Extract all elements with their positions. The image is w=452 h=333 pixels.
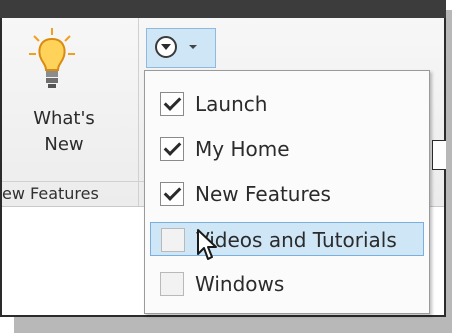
checkbox-icon[interactable] — [160, 182, 184, 206]
menu-item-label: Launch — [195, 92, 268, 116]
menu-item-label: Videos and Tutorials — [196, 228, 397, 252]
lightbulb-icon — [29, 28, 75, 88]
ribbon-group-label-text: ew Features — [2, 184, 99, 203]
menu-item-videos-and-tutorials[interactable]: Videos and Tutorials — [150, 222, 424, 256]
menu-item-label: New Features — [195, 182, 331, 206]
menu-item-new-features[interactable]: New Features — [150, 177, 424, 211]
menu-item-my-home[interactable]: My Home — [150, 132, 424, 166]
ribbon-divider — [138, 18, 139, 206]
menu-item-label: My Home — [195, 137, 290, 161]
checkbox-icon[interactable] — [160, 92, 184, 116]
checkbox-icon[interactable] — [160, 272, 184, 296]
tab-visibility-menu: Launch My Home New Features Videos and T… — [144, 70, 430, 314]
mouse-pointer-icon — [197, 229, 217, 260]
menu-item-launch[interactable]: Launch — [150, 87, 424, 121]
whats-new-line2: New — [44, 134, 84, 155]
window-shadow-right — [446, 10, 452, 333]
window-shadow-bottom — [14, 317, 452, 333]
menu-item-windows[interactable]: Windows — [150, 267, 424, 301]
ribbon-group-label: ew Features — [2, 181, 144, 206]
whats-new-label: What's New — [2, 106, 126, 158]
circle-dropdown-icon — [155, 36, 177, 58]
checkbox-icon[interactable] — [161, 228, 185, 252]
chevron-down-icon — [189, 45, 197, 49]
whats-new-line1: What's — [33, 108, 95, 129]
title-bar — [0, 0, 446, 18]
menu-item-label: Windows — [195, 272, 285, 296]
whats-new-button[interactable]: What's New — [2, 18, 144, 178]
checkbox-icon[interactable] — [160, 137, 184, 161]
tab-options-dropdown-button[interactable] — [146, 28, 216, 68]
background-window-edge — [432, 140, 446, 170]
